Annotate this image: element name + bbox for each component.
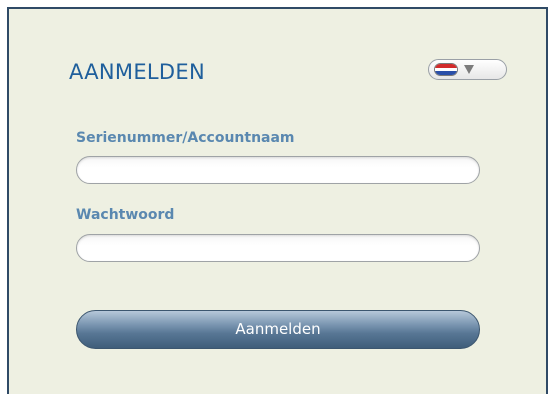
login-title: AANMELDEN <box>69 60 205 84</box>
password-input[interactable] <box>76 234 480 262</box>
language-selector[interactable] <box>428 59 507 80</box>
username-label: Serienummer/Accountnaam <box>76 130 295 146</box>
password-label: Wachtwoord <box>76 207 175 223</box>
netherlands-flag-icon <box>434 63 458 76</box>
caret-down-icon <box>464 65 474 74</box>
username-input[interactable] <box>76 156 480 184</box>
login-button[interactable]: Aanmelden <box>76 310 480 349</box>
